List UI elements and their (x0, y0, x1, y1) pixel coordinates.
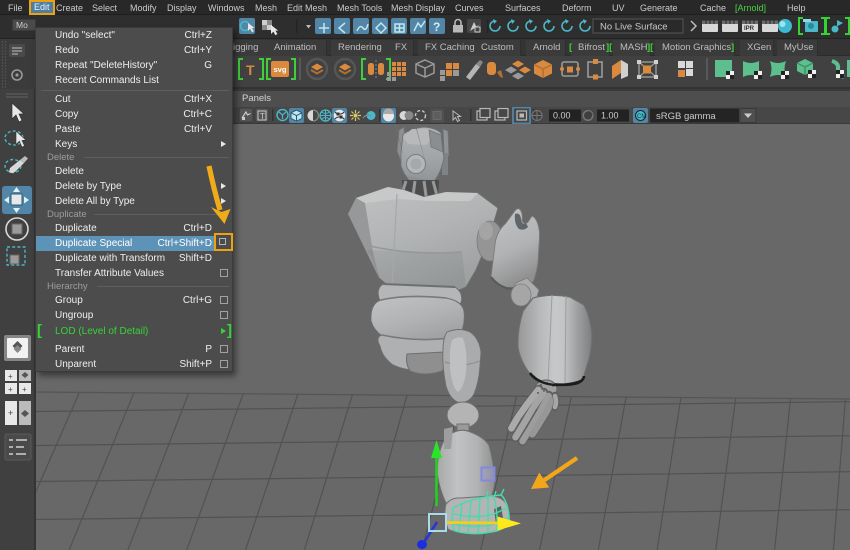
svg-text:svg: svg (274, 65, 287, 74)
svg-text:+: + (22, 385, 27, 394)
svg-text:T: T (260, 112, 265, 121)
svg-text:1.00: 1.00 (601, 111, 619, 121)
svg-text:+: + (8, 372, 13, 381)
svg-text:IPR: IPR (744, 26, 755, 32)
svg-text:T: T (246, 62, 255, 78)
svg-text:0.00: 0.00 (553, 111, 571, 121)
svg-text:+: + (8, 385, 13, 394)
svg-text:No Live Surface: No Live Surface (600, 22, 668, 33)
svg-text:CM: CM (637, 114, 646, 120)
svg-text:+: + (8, 408, 13, 418)
svg-text:sRGB gamma: sRGB gamma (656, 111, 716, 122)
svg-text:?: ? (433, 20, 440, 34)
